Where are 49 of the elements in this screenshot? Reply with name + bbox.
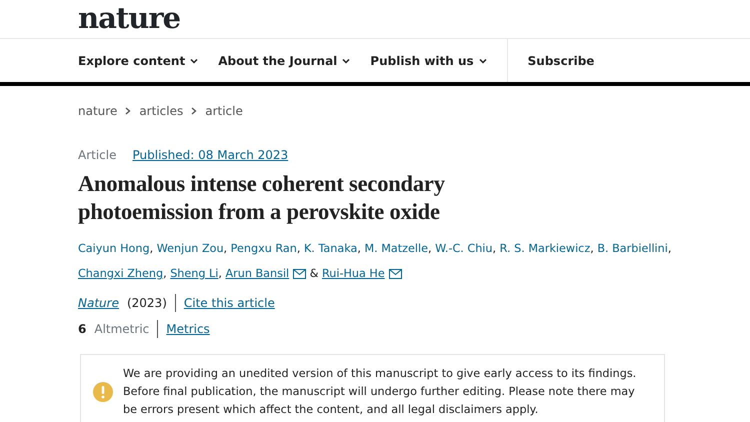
chevron-right-icon [125, 107, 132, 115]
author-link[interactable]: Changxi Zheng [78, 267, 164, 280]
author-separator: , [492, 242, 496, 255]
author-link[interactable]: Sheng Li [170, 267, 218, 280]
article-title: Anomalous intense coherent secondary photoemission from a perovskite oxide [78, 170, 446, 226]
chevron-down-icon [190, 58, 198, 64]
breadcrumb-link[interactable]: articles [139, 102, 184, 120]
notice-text: We are providing an unedited version of this manuscript to give early access to its findings. Before final publication, the manuscript will undergo further editing. Please note there may be errors present which affect the content, and all legal disclaimers apply. [123, 366, 638, 418]
author-link[interactable]: Caiyun Hong [78, 242, 150, 255]
email-icon[interactable] [388, 268, 402, 279]
author-link[interactable]: R. S. Markiewicz [500, 242, 590, 255]
nature-logo[interactable]: nature [78, 4, 180, 38]
nav-link[interactable]: About the Journal [218, 39, 350, 82]
author-link[interactable]: W.-C. Chiu [435, 242, 493, 255]
cite-link[interactable]: Cite this article [184, 294, 275, 312]
article-type: Article [78, 147, 116, 164]
nav-link[interactable]: Subscribe [506, 39, 594, 82]
chevron-down-icon [342, 58, 350, 64]
altmetric-score: 6 [78, 321, 86, 338]
nav-link[interactable]: Publish with us [370, 39, 487, 82]
warning-icon [93, 382, 113, 402]
author-link[interactable]: Pengxu Ran [230, 242, 297, 255]
breadcrumb-link[interactable]: article [205, 102, 243, 120]
author-link[interactable]: Arun Bansil [226, 267, 306, 280]
author-separator: , [357, 242, 361, 255]
author-separator: , [218, 267, 222, 280]
author-separator: , [296, 242, 300, 255]
chevron-down-icon [478, 58, 487, 64]
altmetric-label: Altmetric [94, 321, 150, 338]
nav-link[interactable]: Explore content [78, 39, 198, 82]
breadcrumb-link[interactable]: nature [78, 102, 118, 120]
author-separator: & [310, 267, 318, 280]
author-link[interactable]: K. Tanaka [304, 242, 358, 255]
metrics-link[interactable]: Metrics [166, 320, 210, 338]
author-separator: , [224, 242, 228, 255]
author-separator: , [428, 242, 432, 255]
author-link[interactable]: M. Matzelle [364, 242, 428, 255]
email-icon[interactable] [293, 268, 306, 279]
chevron-right-icon [191, 107, 198, 115]
journal-link[interactable]: Nature [78, 294, 119, 312]
author-link[interactable]: B. Barbiellini [597, 242, 668, 255]
author-separator: , [150, 242, 154, 255]
published-date-link[interactable]: Published: 08 March 2023 [132, 146, 288, 164]
author-separator: , [668, 242, 672, 255]
author-link[interactable]: Rui-Hua He [322, 267, 402, 280]
author-separator: , [163, 267, 167, 280]
author-link[interactable]: Wenjun Zou [156, 242, 224, 255]
author-separator: , [590, 242, 594, 255]
publication-year: (2023) [126, 295, 167, 312]
